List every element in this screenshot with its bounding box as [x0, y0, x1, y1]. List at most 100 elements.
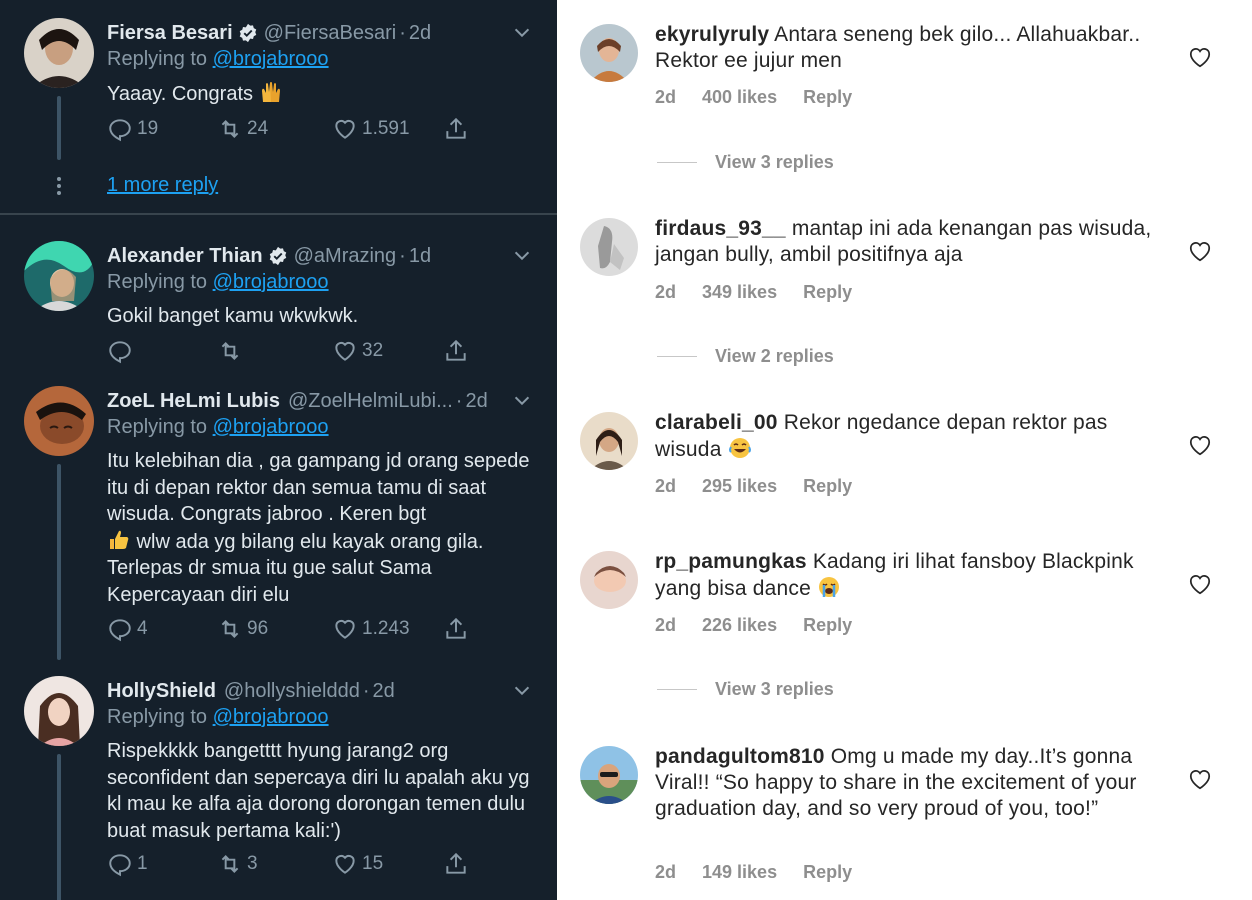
comment-likes[interactable]: 149 likes [702, 862, 777, 882]
avatar[interactable] [580, 551, 638, 609]
comment-username[interactable]: pandagultom810 [655, 745, 825, 768]
replying-to-link[interactable]: @brojabrooo [213, 48, 329, 70]
divider [657, 356, 697, 357]
tweet-text: Itu kelebihan dia , ga gampang jd orang … [107, 448, 537, 608]
avatar[interactable] [580, 412, 638, 470]
share-icon [446, 339, 466, 361]
handle[interactable]: @hollyshielddd [224, 680, 360, 703]
comment-likes[interactable]: 349 likes [702, 282, 777, 302]
sob-emoji [819, 577, 839, 597]
comment-text: rp_pamungkas Kadang iri lihat fansboy Bl… [655, 549, 1175, 602]
replying-to-link[interactable]: @brojabrooo [213, 706, 329, 728]
like-icon [335, 619, 355, 639]
share-icon [446, 852, 466, 874]
avatar[interactable] [24, 241, 94, 311]
reply-button[interactable] [107, 338, 137, 364]
handle[interactable]: @ZoelHelmiLubi... [288, 390, 453, 413]
replying-label: Replying to [107, 48, 208, 70]
heart-icon[interactable] [1187, 432, 1213, 458]
retweet-button[interactable]: 24 [217, 116, 268, 142]
avatar[interactable] [24, 18, 94, 88]
heart-icon[interactable] [1187, 44, 1213, 70]
like-button[interactable]: 32 [332, 338, 383, 364]
reply-button[interactable]: 1 [107, 851, 148, 877]
display-name[interactable]: Fiersa Besari [107, 22, 233, 45]
like-count: 15 [362, 853, 384, 874]
timestamp[interactable]: 2d [465, 390, 487, 413]
handle[interactable]: @FiersaBesari [264, 22, 397, 45]
comment-time[interactable]: 2d [655, 87, 676, 107]
heart-icon[interactable] [1187, 571, 1213, 597]
comment-time[interactable]: 2d [655, 282, 676, 302]
share-button[interactable] [443, 851, 473, 877]
tweet-header: Alexander Thian @aMrazing · 1d [107, 241, 533, 271]
timestamp[interactable]: 2d [409, 22, 431, 45]
retweet-icon [221, 855, 239, 873]
handle[interactable]: @aMrazing [294, 245, 397, 268]
comment-time[interactable]: 2d [655, 615, 676, 635]
reply-button[interactable]: 4 [107, 616, 148, 642]
like-count: 1.591 [362, 118, 410, 139]
comment-username[interactable]: clarabeli_00 [655, 411, 778, 434]
retweet-button[interactable]: 3 [217, 851, 258, 877]
reply-button[interactable]: Reply [803, 87, 852, 107]
comment-text: ekyrulyruly Antara seneng bek gilo... Al… [655, 22, 1175, 74]
like-button[interactable]: 1.243 [332, 616, 410, 642]
view-replies-button[interactable]: View 2 replies [657, 346, 834, 367]
timestamp[interactable]: 2d [373, 680, 395, 703]
comment-username[interactable]: ekyrulyruly [655, 23, 769, 46]
display-name[interactable]: ZoeL HeLmi Lubis [107, 390, 280, 413]
comment-time[interactable]: 2d [655, 476, 676, 496]
comment-likes[interactable]: 226 likes [702, 615, 777, 635]
share-button[interactable] [443, 338, 473, 364]
twitter-thread-panel: Fiersa Besari @FiersaBesari · 2d Replyin… [0, 0, 557, 900]
tweet-text: Gokil banget kamu wkwkwk. [107, 305, 359, 327]
avatar[interactable] [580, 24, 638, 82]
thread-line [57, 754, 61, 900]
chevron-down-icon[interactable] [511, 390, 533, 412]
reply-button[interactable]: Reply [803, 862, 852, 882]
timestamp[interactable]: 1d [409, 245, 431, 268]
retweet-button[interactable] [217, 338, 247, 364]
display-name[interactable]: Alexander Thian [107, 245, 263, 268]
like-button[interactable]: 15 [332, 851, 383, 877]
reply-button[interactable]: Reply [803, 476, 852, 496]
reply-icon [109, 119, 131, 142]
share-button[interactable] [443, 616, 473, 642]
comment-likes[interactable]: 295 likes [702, 476, 777, 496]
comment-username[interactable]: firdaus_93__ [655, 217, 786, 240]
retweet-button[interactable]: 96 [217, 616, 268, 642]
reply-button[interactable]: Reply [803, 282, 852, 302]
comment-text: clarabeli_00 Rekor ngedance depan rektor… [655, 410, 1175, 463]
tweet-text-content: Itu kelebihan dia , ga gampang jd orang … [107, 450, 530, 525]
avatar[interactable] [580, 746, 638, 804]
chevron-down-icon[interactable] [511, 245, 533, 267]
comment-text: pandagultom810 Omg u made my day..It’s g… [655, 744, 1175, 822]
reply-icon [109, 619, 131, 642]
comment-username[interactable]: rp_pamungkas [655, 550, 807, 573]
chevron-down-icon[interactable] [511, 680, 533, 702]
tweet-text-content: Yaaay. Congrats [107, 83, 254, 105]
more-reply-link[interactable]: 1 more reply [107, 174, 218, 197]
reply-button[interactable]: 19 [107, 116, 158, 142]
avatar[interactable] [24, 676, 94, 746]
heart-icon[interactable] [1187, 766, 1213, 792]
replying-to-link[interactable]: @brojabrooo [213, 416, 329, 438]
replying-to-link[interactable]: @brojabrooo [213, 271, 329, 293]
comment-time[interactable]: 2d [655, 862, 676, 882]
view-replies-button[interactable]: View 3 replies [657, 152, 834, 173]
comment-likes[interactable]: 400 likes [702, 87, 777, 107]
display-name[interactable]: HollyShield [107, 680, 216, 703]
replying-to: Replying to @brojabrooo [107, 48, 329, 71]
tweet-actions: 4 96 1.243 [107, 616, 487, 646]
tweet-header: ZoeL HeLmi Lubis @ZoelHelmiLubi... · 2d [107, 386, 533, 416]
separator-dot: · [399, 244, 406, 267]
heart-icon[interactable] [1187, 238, 1213, 264]
reply-button[interactable]: Reply [803, 615, 852, 635]
avatar[interactable] [580, 218, 638, 276]
avatar[interactable] [24, 386, 94, 456]
share-button[interactable] [443, 116, 473, 142]
view-replies-button[interactable]: View 3 replies [657, 679, 834, 700]
like-button[interactable]: 1.591 [332, 116, 410, 142]
chevron-down-icon[interactable] [511, 22, 533, 44]
